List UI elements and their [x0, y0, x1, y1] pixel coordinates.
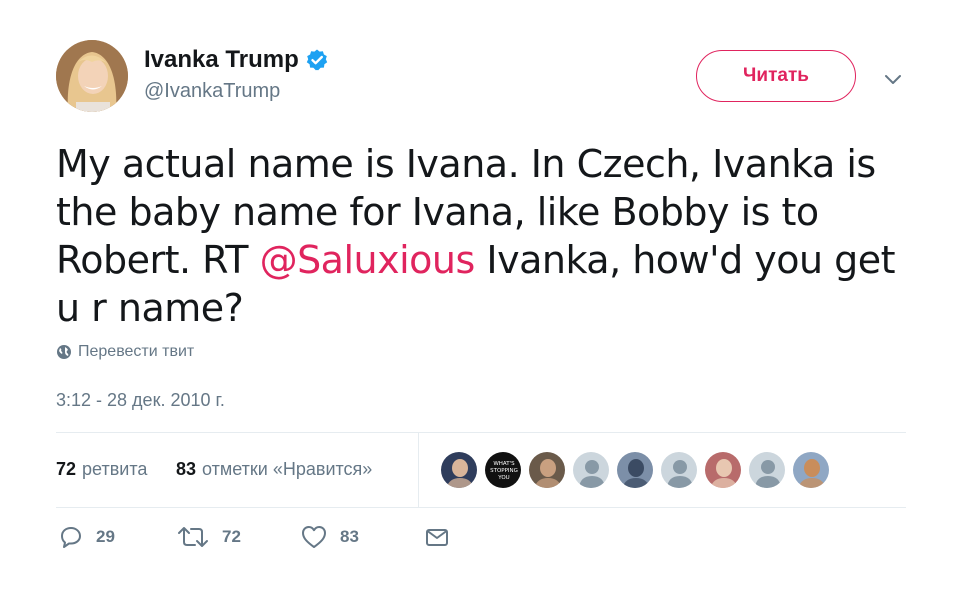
- avatar[interactable]: [56, 40, 128, 112]
- translate-label[interactable]: Перевести твит: [78, 343, 194, 361]
- liker-avatar[interactable]: [748, 451, 786, 489]
- stats-separator: [418, 433, 419, 507]
- direct-message-button[interactable]: [424, 524, 462, 550]
- chevron-down-icon[interactable]: [882, 68, 904, 90]
- liker-avatar[interactable]: [792, 451, 830, 489]
- liker-avatar[interactable]: [572, 451, 610, 489]
- retweet-button[interactable]: 72: [176, 524, 241, 550]
- svg-text:WHAT'S: WHAT'S: [493, 461, 515, 467]
- tweet-actions: 29 72 83: [56, 524, 656, 560]
- reply-count[interactable]: 29: [96, 527, 115, 547]
- liker-avatar[interactable]: [616, 451, 654, 489]
- liker-avatar[interactable]: [704, 451, 742, 489]
- translate-tweet-link[interactable]: Перевести твит: [56, 343, 194, 361]
- reply-icon: [61, 527, 81, 548]
- svg-text:YOU: YOU: [497, 475, 509, 481]
- heart-icon: [302, 526, 326, 548]
- mention-link[interactable]: @Saluxious: [260, 238, 476, 282]
- retweets-label[interactable]: ретвита: [82, 459, 147, 479]
- likes-count[interactable]: 83: [176, 459, 196, 479]
- tweet-timestamp[interactable]: 3:12 - 28 дек. 2010 г.: [56, 390, 225, 411]
- retweets-count[interactable]: 72: [56, 459, 76, 479]
- like-button[interactable]: 83: [300, 524, 359, 550]
- display-name[interactable]: Ivanka Trump: [144, 46, 329, 74]
- retweet-icon: [178, 527, 208, 547]
- like-count[interactable]: 83: [340, 527, 359, 547]
- liker-avatars: WHAT'S STOPPING YOU: [440, 451, 830, 489]
- likes-stat[interactable]: 83 отметки «Нравится»: [176, 459, 372, 480]
- follow-button[interactable]: Читать: [696, 50, 856, 102]
- liker-avatar[interactable]: WHAT'S STOPPING YOU: [484, 451, 522, 489]
- tweet-stats: 72 ретвита 83 отметки «Нравится» WHAT'S STO…: [56, 433, 906, 507]
- reply-button[interactable]: 29: [58, 524, 115, 550]
- liker-avatar[interactable]: [660, 451, 698, 489]
- retweet-count[interactable]: 72: [222, 527, 241, 547]
- divider-bottom: [56, 507, 906, 508]
- tweet-text: My actual name is Ivana. In Czech, Ivank…: [56, 140, 906, 332]
- likes-label[interactable]: отметки «Нравится»: [202, 459, 372, 479]
- liker-avatar[interactable]: [528, 451, 566, 489]
- envelope-icon: [426, 529, 448, 546]
- user-handle[interactable]: @IvankaTrump: [144, 80, 329, 103]
- globe-icon: [57, 345, 71, 359]
- retweets-stat[interactable]: 72 ретвита: [56, 459, 147, 480]
- svg-text:STOPPING: STOPPING: [490, 468, 518, 474]
- liker-avatar[interactable]: [440, 451, 478, 489]
- verified-badge-icon: [305, 48, 329, 72]
- display-name-text[interactable]: Ivanka Trump: [144, 46, 299, 74]
- tweet-header: Ivanka Trump @IvankaTrump Читать: [56, 40, 916, 120]
- user-name-block: Ivanka Trump @IvankaTrump: [144, 46, 329, 103]
